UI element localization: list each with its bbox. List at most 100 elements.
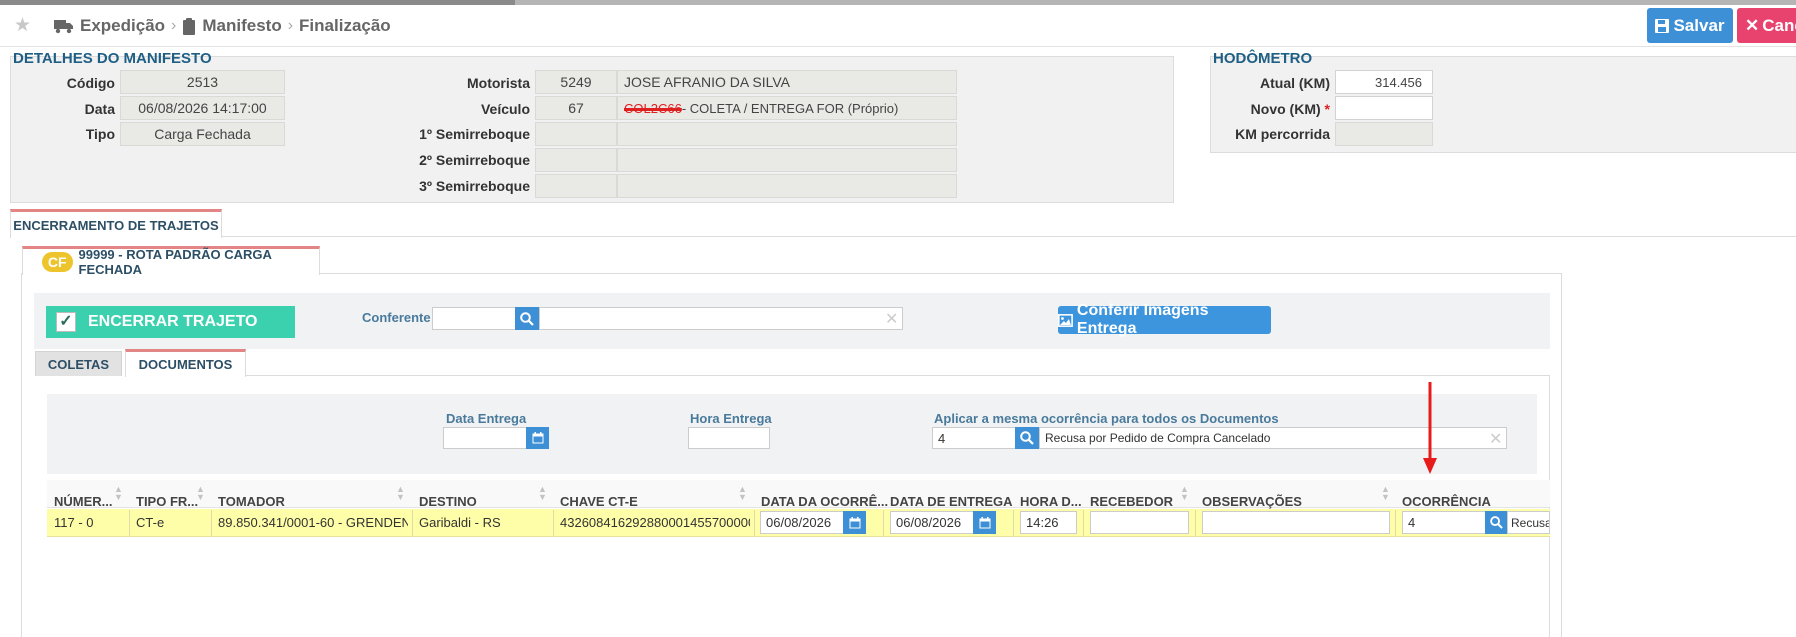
col-numero[interactable]: NÚMER...: [54, 492, 113, 510]
data-ocorrencia-calendar-button[interactable]: [843, 511, 866, 534]
km-percorrida-field: [1335, 122, 1433, 146]
sort-icon[interactable]: ▲ ▼: [1180, 485, 1189, 502]
atual-km-label: Atual (KM): [1260, 75, 1330, 91]
tipo-field: Carga Fechada: [120, 122, 285, 146]
col-data-entrega[interactable]: DATA DE ENTREGA: [890, 492, 1013, 510]
codigo-label: Código: [66, 75, 115, 91]
km-percorrida-label: KM percorrida: [1235, 126, 1330, 142]
data-label: Data: [84, 101, 115, 117]
data-ocorrencia-value: 06/08/2026: [766, 515, 832, 530]
recebedor-input[interactable]: [1090, 511, 1189, 534]
ocorrencia-search-button[interactable]: [1015, 427, 1039, 449]
data-entrega-label: Data Entrega: [446, 411, 527, 426]
required-marker: *: [1324, 101, 1330, 117]
conferente-code-input[interactable]: [432, 307, 516, 330]
calendar-icon: [532, 432, 543, 444]
sort-icon[interactable]: ▲ ▼: [1381, 485, 1390, 502]
tab-documentos[interactable]: DOCUMENTOS: [125, 349, 246, 377]
semi1-code-field: [535, 122, 617, 146]
truck-icon: [54, 20, 73, 34]
atual-km-field: 314.456: [1335, 70, 1433, 94]
cell-chave: 432608416292880001455700000...: [560, 514, 750, 530]
conferente-search-button[interactable]: [515, 307, 539, 330]
semi2-label: 2º Semirreboque: [419, 152, 530, 168]
hora-entrega-label: Hora Entrega: [690, 411, 772, 426]
semi1-name-field: [617, 122, 957, 146]
tab-encerramento-trajetos[interactable]: ENCERRAMENTO DE TRAJETOS: [10, 209, 222, 238]
manifest-details-title: DETALHES DO MANIFESTO: [13, 50, 212, 67]
route-panel-border: [1561, 273, 1562, 637]
ocorrencia-row-desc-input[interactable]: Recusa: [1507, 511, 1550, 534]
tab-route[interactable]: CF 99999 - ROTA PADRÃO CARGA FECHADA: [22, 246, 320, 277]
cancel-button[interactable]: ✕ Canc: [1737, 8, 1796, 43]
cell-destino: Garibaldi - RS: [419, 514, 501, 530]
observacoes-input[interactable]: [1202, 511, 1390, 534]
novo-km-label: Novo (KM) *: [1212, 101, 1330, 117]
route-label: 99999 - ROTA PADRÃO CARGA FECHADA: [78, 247, 272, 277]
veiculo-code: 67: [568, 100, 584, 116]
image-icon: [1058, 313, 1073, 327]
route-panel-border-left: [21, 273, 22, 637]
ocorrencia-row-search-button[interactable]: [1485, 511, 1507, 534]
ocorrencia-code-value: 4: [938, 430, 946, 446]
save-button-label: Salvar: [1673, 15, 1725, 35]
col-ocorrencia[interactable]: OCORRÊNCIA: [1402, 492, 1491, 510]
tab-coletas[interactable]: COLETAS: [35, 351, 122, 376]
col-data-ocorrencia[interactable]: DATA DA OCORRÊ...: [761, 492, 888, 510]
codigo-field: 2513: [120, 70, 285, 94]
clear-icon[interactable]: ✕: [1489, 429, 1502, 449]
data-entrega-row-calendar-button[interactable]: [973, 511, 996, 534]
col-hora[interactable]: HORA D...: [1020, 492, 1082, 510]
data-entrega-calendar-button[interactable]: [526, 427, 549, 449]
ocorrencia-row-code-input[interactable]: 4: [1402, 511, 1486, 534]
col-observacoes[interactable]: OBSERVAÇÕES: [1202, 492, 1302, 510]
sort-icon[interactable]: ▲ ▼: [396, 485, 405, 502]
cell-tipo: CT-e: [136, 514, 165, 530]
col-recebedor[interactable]: RECEBEDOR: [1090, 492, 1173, 510]
ocorrencia-row-desc-value: Recusa: [1511, 515, 1550, 530]
col-tomador[interactable]: TOMADOR: [218, 492, 285, 510]
breadcrumb-item-manifesto[interactable]: Manifesto: [202, 16, 281, 36]
sort-icon[interactable]: ▲ ▼: [738, 485, 747, 502]
column-separator: [1195, 510, 1196, 536]
conferir-imagens-label: Conferir Imagens Entrega: [1076, 302, 1209, 337]
breadcrumb: Expedição › Manifesto › Finalização: [54, 15, 391, 37]
cell-numero: 117 - 0: [54, 514, 94, 530]
novo-km-input[interactable]: [1335, 96, 1433, 120]
close-icon: ✕: [1745, 15, 1760, 35]
sort-icon[interactable]: ▲ ▼: [114, 485, 123, 502]
encerrar-trajeto-button[interactable]: ✓ ENCERRAR TRAJETO: [46, 306, 295, 338]
motorista-code-field: 5249: [535, 70, 617, 94]
conferente-label: Conferente: [362, 310, 431, 325]
column-separator: [754, 510, 755, 536]
codigo-value: 2513: [186, 74, 219, 90]
conferente-name-input[interactable]: [539, 307, 903, 330]
sort-icon[interactable]: ▲ ▼: [538, 485, 547, 502]
breadcrumb-separator: ›: [287, 17, 294, 34]
floppy-icon: [1655, 18, 1670, 33]
sort-icon[interactable]: ▲ ▼: [196, 485, 205, 502]
ocorrencia-code-input[interactable]: 4: [932, 427, 1016, 449]
ocorrencia-row-code-value: 4: [1408, 515, 1416, 530]
col-tipo-frete[interactable]: TIPO FR...: [136, 492, 198, 510]
data-ocorrencia-input[interactable]: 06/08/2026: [760, 511, 844, 534]
column-separator: [412, 510, 413, 536]
search-icon: [520, 311, 534, 326]
col-chave-cte[interactable]: CHAVE CT-E: [560, 492, 638, 510]
hora-row-input[interactable]: 14:26: [1020, 511, 1077, 534]
save-button[interactable]: Salvar: [1647, 8, 1733, 43]
favorite-star-icon[interactable]: ★: [14, 14, 31, 37]
clear-icon[interactable]: ✕: [885, 309, 898, 329]
col-destino[interactable]: DESTINO: [419, 492, 477, 510]
semi1-label: 1º Semirreboque: [419, 126, 530, 142]
column-separator: [211, 510, 212, 536]
data-entrega-row-input[interactable]: 06/08/2026: [890, 511, 974, 534]
data-entrega-input[interactable]: [443, 427, 527, 449]
cancel-button-label: Canc: [1762, 15, 1796, 35]
search-icon: [1489, 516, 1503, 529]
hora-entrega-input[interactable]: [688, 427, 770, 449]
semi3-name-field: [617, 174, 957, 198]
tipo-label: Tipo: [85, 126, 115, 142]
breadcrumb-item-expedicao[interactable]: Expedição: [80, 16, 165, 36]
conferir-imagens-button[interactable]: Conferir Imagens Entrega: [1058, 302, 1271, 337]
